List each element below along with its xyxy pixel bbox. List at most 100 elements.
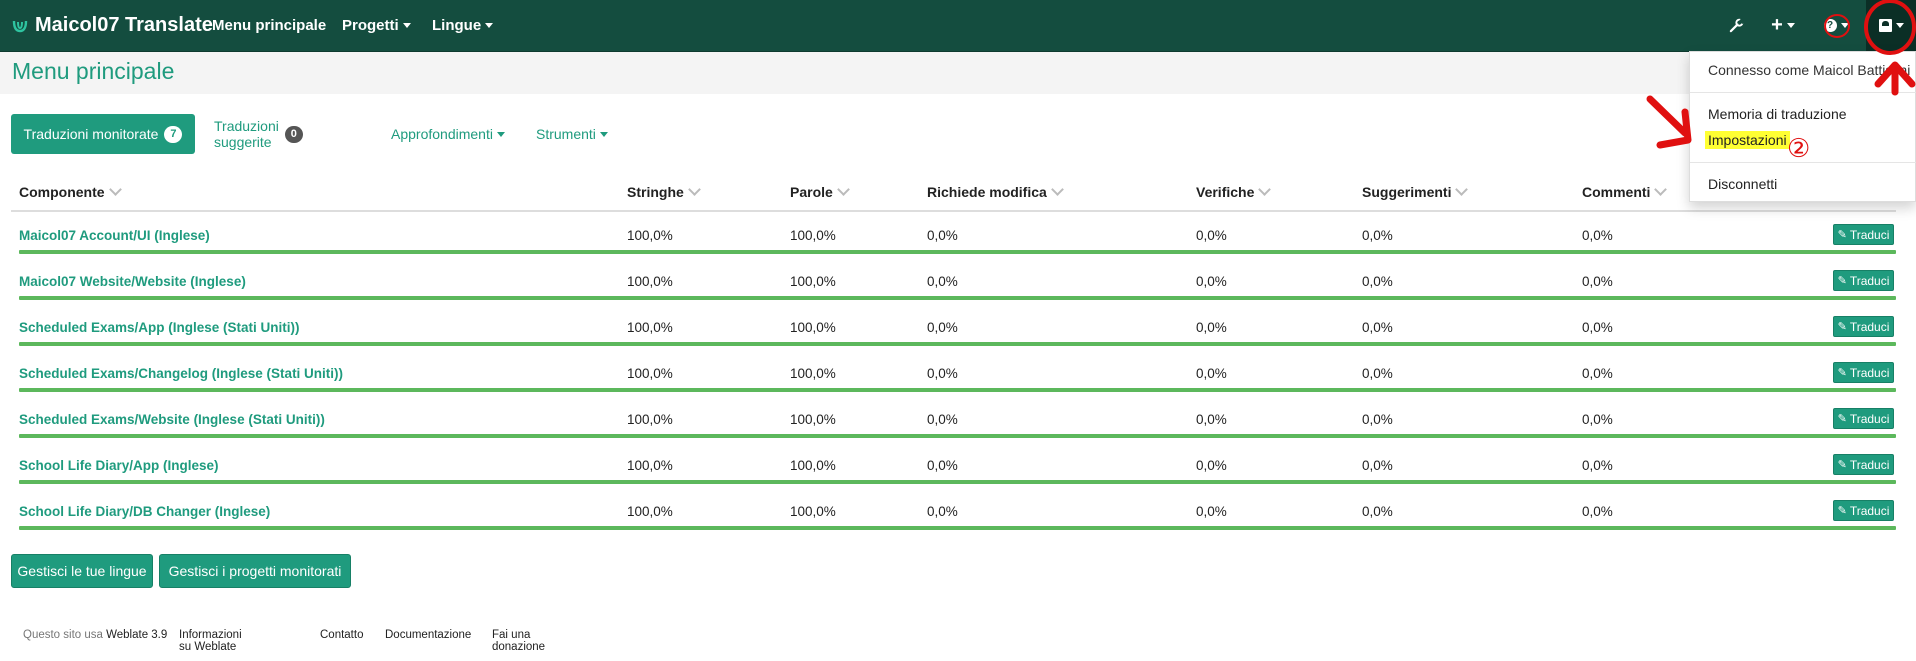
translate-button[interactable]: ✎ Traduci	[1833, 408, 1894, 429]
parole-value: 100,0%	[790, 320, 836, 335]
stringhe-value: 100,0%	[627, 458, 673, 473]
nav-lingue-dropdown[interactable]: Lingue	[432, 0, 494, 51]
component-link[interactable]: Maicol07 Account/UI (Inglese)	[19, 228, 210, 243]
sort-icon	[108, 183, 122, 196]
nav-label: Menu principale	[212, 17, 327, 34]
column-header-richiede-modifica[interactable]: Richiede modifica	[927, 183, 1064, 200]
commenti-value: 0,0%	[1582, 412, 1613, 427]
component-link[interactable]: School Life Diary/App (Inglese)	[19, 458, 219, 473]
parole-value: 100,0%	[790, 504, 836, 519]
stringhe-value: 100,0%	[627, 228, 673, 243]
powered-by: Questo sito usa Weblate 3.9	[23, 629, 167, 641]
progress-bar	[19, 250, 1896, 254]
richiede-value: 0,0%	[927, 504, 958, 519]
powered-prefix: Questo sito usa	[23, 629, 103, 641]
stringhe-value: 100,0%	[627, 366, 673, 381]
translate-button[interactable]: ✎ Traduci	[1833, 362, 1894, 383]
column-header-commenti[interactable]: Commenti	[1582, 183, 1668, 200]
tab-label: Traduzioni monitorate	[23, 126, 159, 142]
parole-value: 100,0%	[790, 366, 836, 381]
manage-languages-button[interactable]: Gestisci le tue lingue	[11, 554, 153, 588]
count-badge: 0	[284, 125, 303, 143]
button-label: Traduci	[1849, 503, 1890, 518]
button-label: Traduci	[1849, 319, 1890, 334]
table-row: Scheduled Exams/Website (Inglese (Stati …	[11, 400, 1896, 446]
verifiche-value: 0,0%	[1196, 274, 1227, 289]
help-dropdown[interactable]: ?	[1822, 0, 1850, 51]
column-header-suggerimenti[interactable]: Suggerimenti	[1362, 183, 1469, 200]
verifiche-value: 0,0%	[1196, 504, 1227, 519]
menu-item-settings[interactable]: Impostazioni	[1705, 131, 1790, 149]
translate-button[interactable]: ✎ Traduci	[1833, 316, 1894, 337]
translate-button[interactable]: ✎ Traduci	[1833, 270, 1894, 291]
pencil-icon: ✎	[1837, 229, 1847, 241]
nav-label: Lingue	[432, 17, 482, 34]
table-row: Maicol07 Website/Website (Inglese) 100,0…	[11, 262, 1896, 308]
button-label: Traduci	[1849, 365, 1890, 380]
button-label: Gestisci le tue lingue	[17, 563, 147, 579]
component-link[interactable]: Maicol07 Website/Website (Inglese)	[19, 274, 246, 289]
suggerimenti-value: 0,0%	[1362, 412, 1393, 427]
commenti-value: 0,0%	[1582, 320, 1613, 335]
menu-item-translation-memory[interactable]: Memoria di traduzione	[1708, 106, 1847, 122]
component-link[interactable]: Scheduled Exams/App (Inglese (Stati Unit…	[19, 320, 300, 335]
footer-link-about[interactable]: Informazioni su Weblate	[179, 629, 242, 653]
user-avatar-icon	[1878, 19, 1892, 32]
component-link[interactable]: Scheduled Exams/Changelog (Inglese (Stat…	[19, 366, 343, 381]
button-label: Traduci	[1849, 411, 1890, 426]
component-link[interactable]: Scheduled Exams/Website (Inglese (Stati …	[19, 412, 325, 427]
tab-label: Approfondimenti	[391, 126, 493, 142]
progress-bar	[19, 342, 1896, 346]
suggerimenti-value: 0,0%	[1362, 366, 1393, 381]
header-label: Parole	[790, 184, 833, 200]
add-dropdown[interactable]: +	[1768, 0, 1798, 51]
header-label: Stringhe	[627, 184, 684, 200]
wrench-icon[interactable]	[1725, 0, 1747, 51]
manage-projects-button[interactable]: Gestisci i progetti monitorati	[159, 554, 351, 588]
table-row: Scheduled Exams/App (Inglese (Stati Unit…	[11, 308, 1896, 354]
weblate-version-link[interactable]: Weblate 3.9	[106, 629, 167, 641]
component-link[interactable]: School Life Diary/DB Changer (Inglese)	[19, 504, 270, 519]
button-label: Traduci	[1849, 457, 1890, 472]
footer-link-docs[interactable]: Documentazione	[385, 629, 471, 641]
progress-bar	[19, 434, 1896, 438]
header-label: Suggerimenti	[1362, 184, 1452, 200]
menu-divider	[1690, 92, 1916, 93]
button-label: Traduci	[1849, 227, 1890, 242]
column-header-verifiche[interactable]: Verifiche	[1196, 183, 1272, 200]
translate-button[interactable]: ✎ Traduci	[1833, 224, 1894, 245]
translate-button[interactable]: ✎ Traduci	[1833, 454, 1894, 475]
stringhe-value: 100,0%	[627, 320, 673, 335]
user-dropdown-menu: Connesso come Maicol Battistini Memoria …	[1689, 51, 1916, 202]
column-header-parole[interactable]: Parole	[790, 183, 850, 200]
tab-traduzioni-monitorate[interactable]: Traduzioni monitorate 7	[11, 114, 195, 154]
menu-item-logout[interactable]: Disconnetti	[1708, 176, 1777, 192]
footer-link-contact[interactable]: Contatto	[320, 629, 363, 641]
nav-progetti-dropdown[interactable]: Progetti	[342, 0, 411, 51]
logged-in-as-label: Connesso come Maicol Battistini	[1708, 62, 1911, 78]
caret-down-icon	[496, 131, 505, 137]
footer-link-donate[interactable]: Fai una donazione	[492, 629, 545, 653]
suggerimenti-value: 0,0%	[1362, 504, 1393, 519]
commenti-value: 0,0%	[1582, 504, 1613, 519]
sort-icon	[1050, 183, 1064, 196]
tab-label: Strumenti	[536, 126, 596, 142]
stringhe-value: 100,0%	[627, 274, 673, 289]
progress-bar	[19, 480, 1896, 484]
column-header-componente[interactable]: Componente	[19, 183, 122, 200]
parole-value: 100,0%	[790, 412, 836, 427]
translate-button[interactable]: ✎ Traduci	[1833, 500, 1894, 521]
weblate-logo-icon	[12, 18, 28, 34]
user-menu-toggle[interactable]	[1866, 0, 1916, 51]
suggerimenti-value: 0,0%	[1362, 274, 1393, 289]
tab-strumenti[interactable]: Strumenti	[536, 114, 608, 154]
tab-traduzioni-suggerite[interactable]: Traduzioni suggerite 0	[214, 114, 303, 154]
column-header-stringhe[interactable]: Stringhe	[627, 183, 701, 200]
question-icon: ?	[1823, 19, 1837, 32]
brand-link[interactable]: Maicol07 Translate	[12, 0, 213, 51]
tab-approfondimenti[interactable]: Approfondimenti	[391, 114, 505, 154]
commenti-value: 0,0%	[1582, 228, 1613, 243]
richiede-value: 0,0%	[927, 412, 958, 427]
nav-menu-principale[interactable]: Menu principale	[212, 0, 326, 51]
progress-bar	[19, 388, 1896, 392]
